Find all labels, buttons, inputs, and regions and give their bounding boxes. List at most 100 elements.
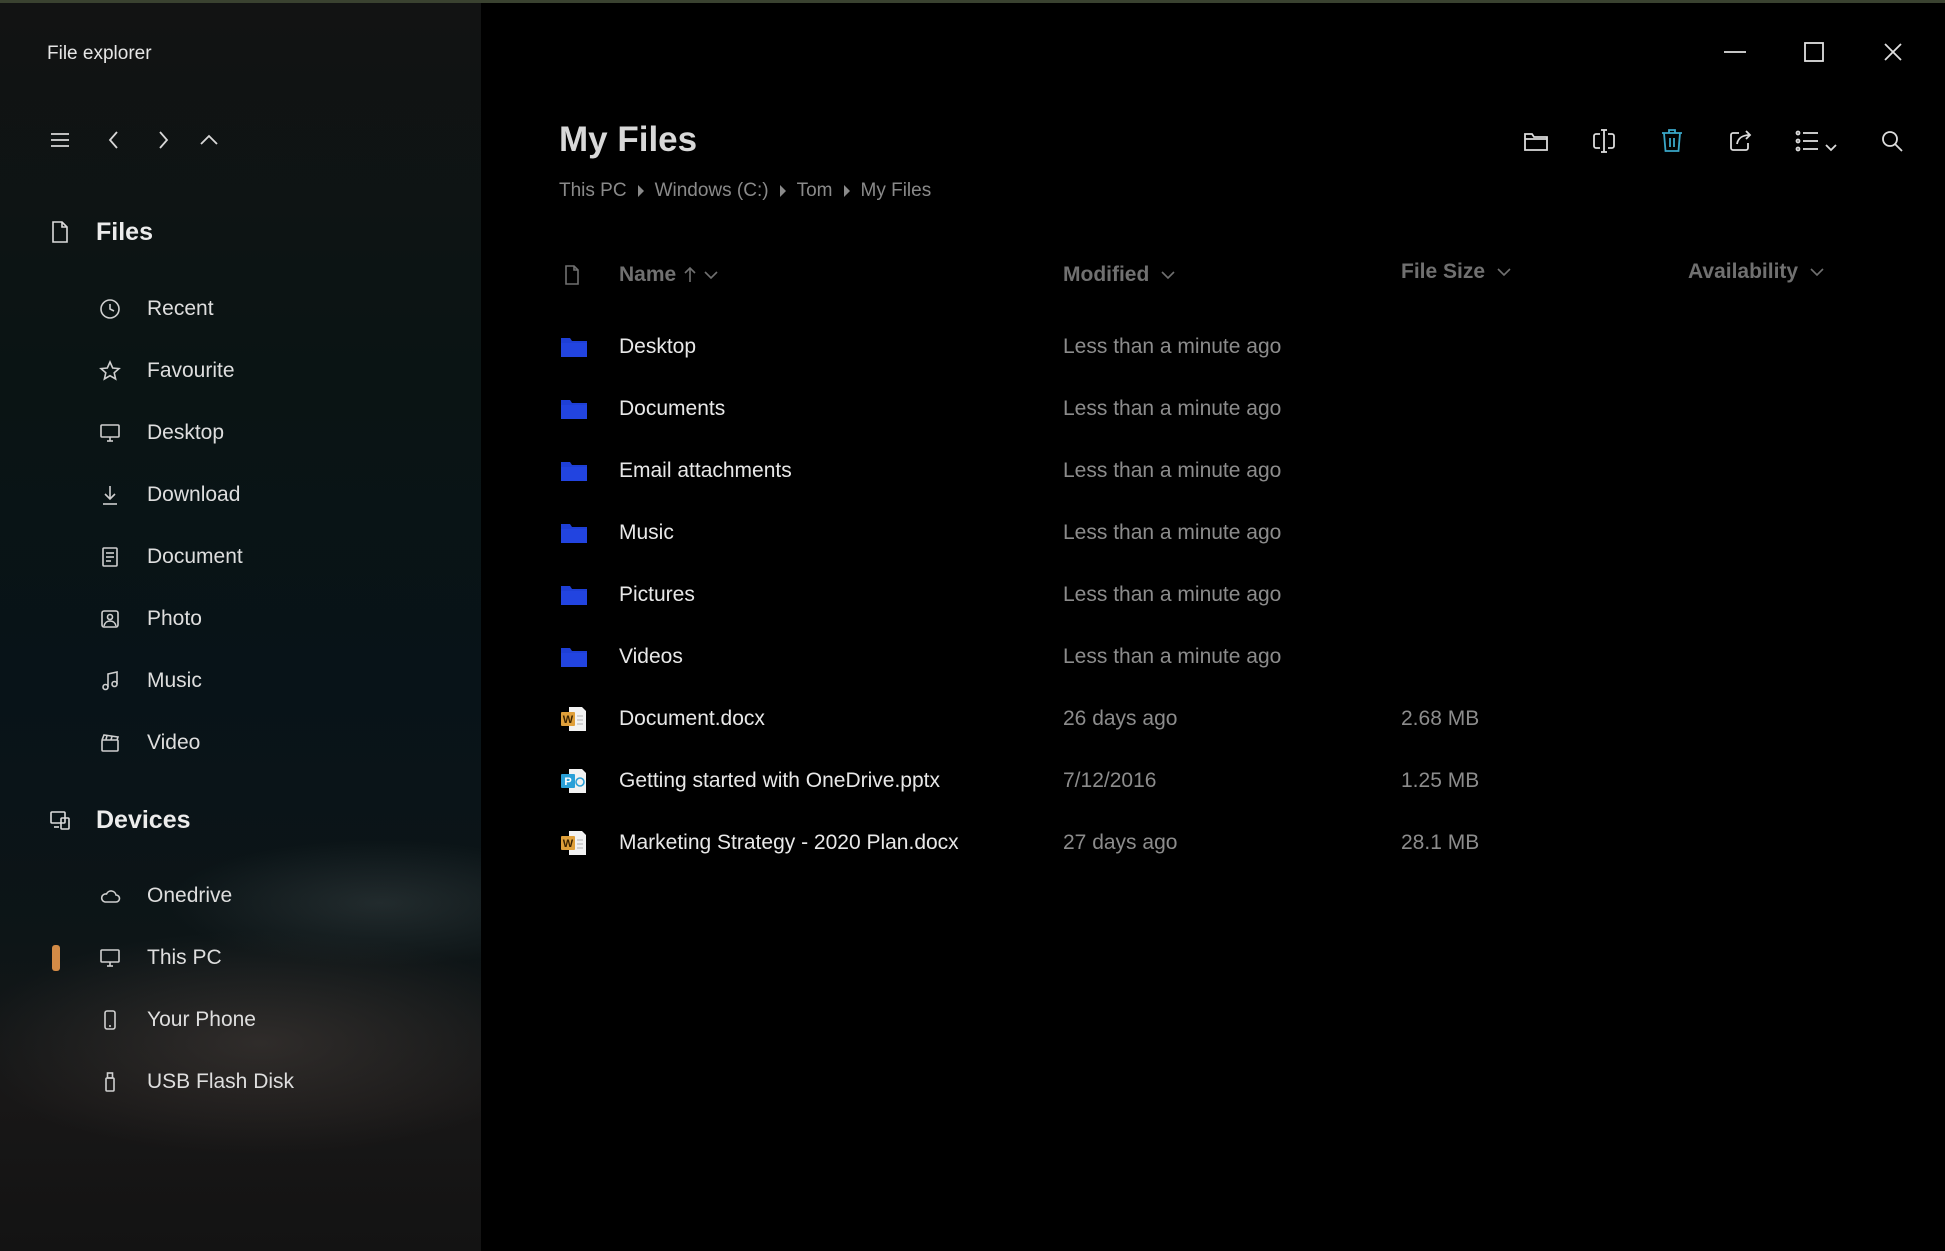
sidebar-item-desktop[interactable]: Desktop (96, 413, 456, 453)
cloud-icon (96, 882, 124, 910)
close-button[interactable] (1873, 34, 1913, 70)
sidebar-item-this-pc[interactable]: This PC (96, 938, 456, 978)
column-header-availability[interactable]: Availability (1688, 255, 1828, 289)
word-document-icon: W (561, 831, 586, 855)
sidebar-item-label: Document (147, 545, 243, 568)
chevron-down-icon (1161, 271, 1175, 280)
sidebar-item-your-phone[interactable]: Your Phone (96, 1000, 456, 1040)
devices-icon (48, 808, 72, 832)
forward-chevron-icon[interactable] (149, 126, 177, 154)
file-name: Music (619, 521, 674, 544)
sidebar-item-video[interactable]: Video (96, 723, 456, 763)
svg-text:W: W (563, 714, 574, 726)
svg-text:W: W (563, 838, 574, 850)
chevron-down-icon (1810, 268, 1824, 277)
sidebar-item-label: Favourite (147, 359, 235, 382)
file-row[interactable]: W Marketing Strategy - 2020 Plan.docx 27… (556, 819, 1876, 869)
sidebar-item-onedrive[interactable]: Onedrive (96, 876, 456, 916)
new-folder-button[interactable] (1517, 122, 1555, 160)
file-name: Marketing Strategy - 2020 Plan.docx (619, 831, 959, 854)
column-header-label: Modified (1063, 263, 1150, 286)
file-name: Email attachments (619, 459, 792, 482)
powerpoint-document-icon: P (561, 769, 586, 793)
monitor-icon (96, 944, 124, 972)
sidebar-item-label: Photo (147, 607, 202, 630)
file-row[interactable]: Videos Less than a minute ago (556, 633, 1876, 683)
file-type-column-icon (563, 258, 581, 292)
file-modified: Less than a minute ago (1063, 521, 1282, 544)
folder-icon (561, 400, 587, 419)
sidebar-item-download[interactable]: Download (96, 475, 456, 515)
svg-text:P: P (564, 776, 571, 788)
share-icon (1730, 130, 1752, 151)
sidebar-item-usb-flash-disk[interactable]: USB Flash Disk (96, 1062, 456, 1102)
file-row[interactable]: Desktop Less than a minute ago (556, 323, 1876, 373)
file-row[interactable]: P Getting started with OneDrive.pptx 7/1… (556, 757, 1876, 807)
maximize-button[interactable] (1794, 34, 1834, 70)
devices-heading: Devices (96, 805, 191, 834)
column-header-modified[interactable]: Modified (1063, 258, 1179, 292)
file-name: Document.docx (619, 707, 765, 730)
rename-icon (1593, 129, 1615, 153)
file-modified: 7/12/2016 (1063, 769, 1157, 792)
share-button[interactable] (1722, 122, 1760, 160)
minimize-icon (1724, 51, 1746, 53)
file-name: Desktop (619, 335, 697, 358)
clock-icon (96, 295, 124, 323)
view-list-icon (1795, 130, 1837, 152)
file-name: Videos (619, 645, 683, 668)
video-icon (96, 729, 124, 757)
download-icon (96, 481, 124, 509)
file-size: 2.68 MB (1401, 707, 1480, 730)
sidebar-item-label: Your Phone (147, 1008, 256, 1031)
up-chevron-icon[interactable] (195, 126, 223, 154)
delete-button[interactable] (1653, 122, 1691, 160)
page-title: My Files (559, 120, 698, 159)
breadcrumb-item[interactable]: Tom (797, 180, 833, 202)
sidebar: File explorer Files Recent Favourite Des… (0, 3, 481, 1251)
sidebar-item-label: Download (147, 483, 241, 506)
chevron-down-icon (1497, 268, 1511, 277)
sidebar-item-label: This PC (147, 946, 222, 969)
breadcrumb-separator-icon (637, 185, 644, 197)
file-modified: Less than a minute ago (1063, 397, 1282, 420)
sidebar-item-recent[interactable]: Recent (96, 289, 456, 329)
breadcrumb-item[interactable]: Windows (C:) (655, 180, 769, 202)
breadcrumb-item[interactable]: This PC (559, 180, 627, 202)
sidebar-item-photo[interactable]: Photo (96, 599, 456, 639)
photo-icon (96, 605, 124, 633)
hamburger-menu-icon[interactable] (46, 126, 74, 154)
search-button[interactable] (1873, 122, 1911, 160)
delete-icon (1662, 129, 1682, 152)
file-row[interactable]: W Document.docx 26 days ago 2.68 MB (556, 695, 1876, 745)
column-header-label: File Size (1401, 260, 1486, 283)
folder-icon (561, 462, 587, 481)
music-icon (96, 667, 124, 695)
column-header-label: Availability (1688, 260, 1799, 283)
breadcrumb-item[interactable]: My Files (861, 180, 932, 202)
rename-button[interactable] (1585, 122, 1623, 160)
file-modified: Less than a minute ago (1063, 459, 1282, 482)
minimize-button[interactable] (1715, 34, 1755, 70)
monitor-icon (96, 419, 124, 447)
sidebar-item-label: Recent (147, 297, 214, 320)
file-name: Getting started with OneDrive.pptx (619, 769, 940, 792)
sidebar-item-document[interactable]: Document (96, 537, 456, 577)
devices-section-header[interactable]: Devices (48, 802, 191, 838)
search-icon (1882, 131, 1903, 152)
file-row[interactable]: Music Less than a minute ago (556, 509, 1876, 559)
sidebar-item-favourite[interactable]: Favourite (96, 351, 456, 391)
file-modified: 26 days ago (1063, 707, 1178, 730)
file-row[interactable]: Pictures Less than a minute ago (556, 571, 1876, 621)
file-row[interactable]: Documents Less than a minute ago (556, 385, 1876, 435)
view-options-button[interactable] (1792, 122, 1848, 160)
files-section-header[interactable]: Files (48, 214, 153, 250)
file-modified: Less than a minute ago (1063, 335, 1282, 358)
column-header-file-size[interactable]: File Size (1401, 255, 1515, 289)
folder-icon (561, 524, 587, 543)
column-header-name[interactable]: Name (619, 258, 722, 292)
file-modified: 27 days ago (1063, 831, 1178, 854)
back-chevron-icon[interactable] (100, 126, 128, 154)
sidebar-item-music[interactable]: Music (96, 661, 456, 701)
file-row[interactable]: Email attachments Less than a minute ago (556, 447, 1876, 497)
